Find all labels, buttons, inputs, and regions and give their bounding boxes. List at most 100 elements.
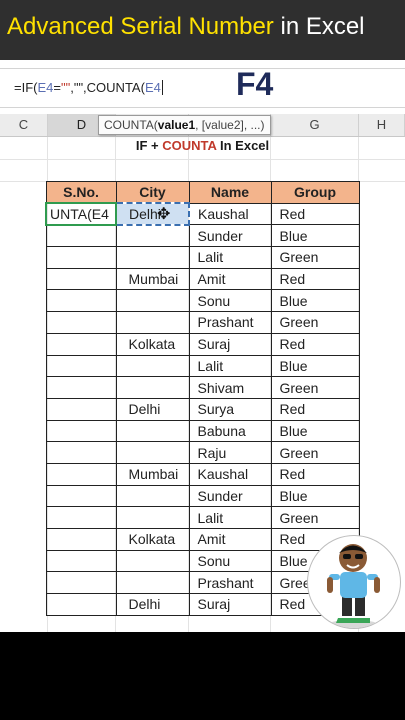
cell-city[interactable] [115, 224, 190, 248]
cell-name[interactable]: Kaushal [188, 462, 272, 486]
header-group[interactable]: Group [270, 181, 360, 204]
text-caret [161, 80, 163, 95]
cartoon-character-icon [327, 544, 380, 628]
cell-name[interactable]: Sonu [188, 289, 272, 313]
cell-name[interactable]: Babuna [188, 419, 272, 443]
table-row: Kolkata Amit Red [45, 528, 360, 551]
cell-sno[interactable] [45, 441, 117, 464]
cell-name[interactable]: Lalit [188, 506, 272, 529]
cell-city[interactable] [115, 506, 190, 529]
video-frame: Advanced Serial Number in Excel =IF(E4="… [0, 0, 405, 632]
cell-group[interactable]: Red [270, 397, 360, 421]
column-header-c[interactable]: C [0, 114, 48, 136]
cell-name[interactable]: Lalit [188, 354, 272, 378]
cell-city[interactable]: Mumbai [115, 267, 190, 291]
cell-city[interactable] [115, 376, 190, 399]
cell-sno[interactable] [45, 267, 117, 291]
cell-group[interactable]: Green [270, 506, 360, 529]
cell-name[interactable]: Surya [188, 397, 272, 421]
cell-group[interactable]: Red [270, 267, 360, 291]
cell-city[interactable] [115, 441, 190, 464]
cell-city[interactable] [115, 354, 190, 378]
table-row: Delhi Surya Red [45, 397, 360, 421]
cell-name[interactable]: Suraj [188, 332, 272, 356]
cell-city[interactable] [115, 571, 190, 595]
cell-name[interactable]: Amit [188, 267, 272, 291]
cell-city[interactable] [115, 549, 190, 573]
header-city[interactable]: City [115, 181, 190, 204]
cell-sno[interactable] [45, 528, 117, 551]
cell-sno[interactable] [45, 332, 117, 356]
cell-group[interactable]: Green [270, 246, 360, 269]
cell-city[interactable] [115, 289, 190, 313]
cell-sno[interactable] [45, 289, 117, 313]
tooltip-rest: , [value2], ...) [195, 118, 265, 132]
cell-sno[interactable]: UNTA(E4 [45, 202, 117, 226]
cell-city[interactable] [115, 311, 190, 334]
cell-name[interactable]: Prashant [188, 311, 272, 334]
cell-group[interactable]: Blue [270, 224, 360, 248]
cell-name[interactable]: Sonu [188, 549, 272, 573]
cell-sno[interactable] [45, 549, 117, 573]
cell-sno[interactable] [45, 571, 117, 595]
cell-city[interactable]: Delhi [115, 397, 190, 421]
cell-group[interactable]: Green [270, 311, 360, 334]
cell-name[interactable]: Sunder [188, 484, 272, 508]
cell-sno[interactable] [45, 376, 117, 399]
table-row: Mumbai Kaushal Red [45, 462, 360, 486]
cell-sno[interactable] [45, 397, 117, 421]
cell-name[interactable]: Sunder [188, 224, 272, 248]
cell-group[interactable]: Green [270, 441, 360, 464]
cell-city[interactable]: Kolkata [115, 528, 190, 551]
cell-group[interactable]: Blue [270, 419, 360, 443]
tooltip-current-arg: value1 [157, 118, 196, 132]
cell-group[interactable]: Green [270, 376, 360, 399]
cell-name[interactable]: Raju [188, 441, 272, 464]
table-row: Lalit Green [45, 506, 360, 529]
banner-title: Advanced Serial Number in Excel [7, 13, 365, 41]
formula-string: "" [60, 80, 71, 95]
cell-sno[interactable] [45, 419, 117, 443]
cell-sno[interactable] [45, 506, 117, 529]
cell-city[interactable]: Delhi [115, 202, 190, 226]
cell-group[interactable]: Red [270, 332, 360, 356]
cell-sno[interactable] [45, 354, 117, 378]
cell-sno[interactable] [45, 484, 117, 508]
cell-name[interactable]: Kaushal [188, 202, 272, 226]
cell-city[interactable] [115, 246, 190, 269]
cell-name[interactable]: Amit [188, 528, 272, 551]
cell-group[interactable]: Blue [270, 289, 360, 313]
formula-bar[interactable]: =IF(E4="","",COUNTA(E4 [0, 68, 405, 108]
cell-group[interactable]: Red [270, 202, 360, 226]
table-row: UNTA(E4 Delhi Kaushal Red [45, 202, 360, 226]
cell-city[interactable]: Kolkata [115, 332, 190, 356]
cell-group[interactable]: Blue [270, 354, 360, 378]
table-row: Sunder Blue [45, 484, 360, 508]
cell-sno[interactable] [45, 593, 117, 616]
table-row: Prashant Green [45, 311, 360, 334]
cell-sno[interactable] [45, 462, 117, 486]
cell-city[interactable] [115, 419, 190, 443]
formula-text[interactable]: =IF(E4="","",COUNTA(E4 [14, 80, 163, 95]
cell-sno[interactable] [45, 224, 117, 248]
header-sno[interactable]: S.No. [45, 181, 117, 204]
table-row: Sunder Blue [45, 224, 360, 248]
cell-name[interactable]: Shivam [188, 376, 272, 399]
table-row: Lalit Blue [45, 354, 360, 378]
header-name[interactable]: Name [188, 181, 272, 204]
cell-group[interactable]: Red [270, 462, 360, 486]
cell-name[interactable]: Lalit [188, 246, 272, 269]
cell-sno[interactable] [45, 311, 117, 334]
cell-name[interactable]: Prashant [188, 571, 272, 595]
cell-sno[interactable] [45, 246, 117, 269]
column-header-g[interactable]: G [271, 114, 359, 136]
formula-ref-2: E4 [144, 80, 161, 95]
table-row: Sonu Blue [45, 289, 360, 313]
formula-equals: = [53, 80, 61, 95]
cell-name[interactable]: Suraj [188, 593, 272, 616]
column-header-h[interactable]: H [359, 114, 405, 136]
cell-group[interactable]: Blue [270, 484, 360, 508]
cell-city[interactable] [115, 484, 190, 508]
cell-city[interactable]: Mumbai [115, 462, 190, 486]
cell-city[interactable]: Delhi [115, 593, 190, 616]
